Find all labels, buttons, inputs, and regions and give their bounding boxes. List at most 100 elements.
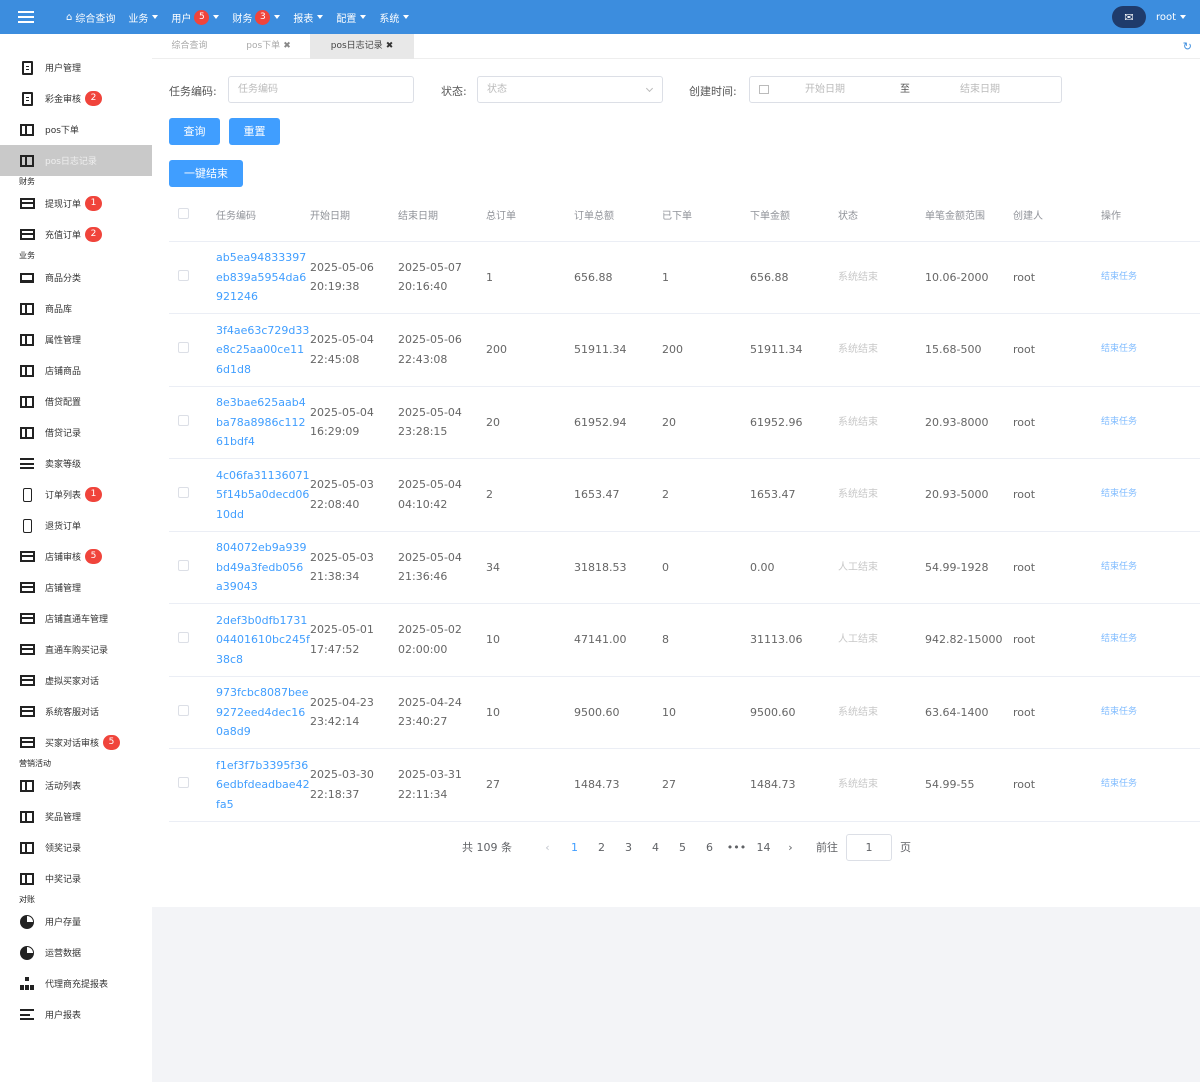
prev-page-icon[interactable]: ‹ — [534, 841, 561, 854]
cell-code[interactable]: 973fcbc8087bee9272eed4dec160a8d9 — [216, 676, 310, 749]
sidebar-item-11[interactable]: 店铺商品 — [0, 355, 152, 386]
end-task-link[interactable]: 结束任务 — [1101, 531, 1200, 604]
page-number[interactable]: 4 — [642, 841, 669, 854]
close-icon[interactable]: ✖ — [283, 41, 291, 51]
end-all-button[interactable]: 一键结束 — [169, 160, 243, 187]
page-number[interactable]: 1 — [561, 841, 588, 854]
table-row: 8e3bae625aab4ba78a8986c11261bdf4 2025-05-… — [169, 386, 1200, 459]
end-date-input[interactable]: 结束日期 — [960, 77, 1000, 102]
row-checkbox[interactable] — [178, 632, 189, 643]
sidebar-item-32[interactable]: 代理商充提报表 — [0, 968, 152, 999]
cell-code[interactable]: ab5ea94833397eb839a5954da6921246 — [216, 241, 310, 314]
sidebar-item-6[interactable]: 充值订单 2 — [0, 219, 152, 250]
row-checkbox[interactable] — [178, 777, 189, 788]
sidebar-item-19[interactable]: 店铺直通车管理 — [0, 603, 152, 634]
nav-item-0[interactable]: ⌂ 综合查询 — [66, 10, 115, 25]
range-separator: 至 — [900, 84, 910, 95]
sidebar-item-23[interactable]: 买家对话审核 5 — [0, 727, 152, 758]
sidebar-item-21[interactable]: 虚拟买家对话 — [0, 665, 152, 696]
refresh-icon[interactable]: ↻ — [1183, 40, 1192, 53]
cell-code[interactable]: 3f4ae63c729d33e8c25aa00ce116d1d8 — [216, 313, 310, 387]
select-all-checkbox[interactable] — [178, 208, 189, 220]
sidebar-item-14[interactable]: 卖家等级 — [0, 448, 152, 479]
cell-code[interactable]: f1ef3f7b3395f366edbfdeadbae42fa5 — [216, 748, 310, 822]
status-select[interactable]: 状态 — [477, 76, 663, 103]
tab-pos-order[interactable]: pos下单 ✖ — [227, 34, 310, 59]
task-code-input[interactable]: 任务编码 — [228, 76, 414, 103]
nav-item-4[interactable]: 报表 — [293, 10, 324, 25]
query-button[interactable]: 查询 — [169, 118, 220, 145]
row-checkbox[interactable] — [178, 487, 189, 498]
sidebar-item-28[interactable]: 中奖记录 — [0, 863, 152, 894]
sidebar-item-2[interactable]: pos下单 — [0, 114, 152, 145]
sidebar-item-1[interactable]: 彩金审核 2 — [0, 83, 152, 114]
goto-page-input[interactable]: 1 — [846, 833, 892, 861]
page-number[interactable]: 6 — [696, 841, 723, 854]
end-task-link[interactable]: 结束任务 — [1101, 748, 1200, 822]
sidebar-item-15[interactable]: 订单列表 1 — [0, 479, 152, 510]
sidebar-item-26[interactable]: 奖品管理 — [0, 801, 152, 832]
sidebar-item-16[interactable]: 退货订单 — [0, 510, 152, 541]
sidebar-item-18[interactable]: 店铺管理 — [0, 572, 152, 603]
cell-code[interactable]: 804072eb9a939bd49a3fedb056a39043 — [216, 531, 310, 604]
sidebar-item-10[interactable]: 属性管理 — [0, 324, 152, 355]
sidebar-item-25[interactable]: 活动列表 — [0, 770, 152, 801]
col-placed: 已下单 — [662, 193, 750, 242]
row-checkbox[interactable] — [178, 559, 189, 571]
end-task-link[interactable]: 结束任务 — [1101, 458, 1200, 532]
sidebar-item-30[interactable]: 用户存量 — [0, 906, 152, 937]
sidebar-item-20[interactable]: 直通车购买记录 — [0, 634, 152, 665]
date-range-picker[interactable]: 开始日期 至 结束日期 — [749, 76, 1062, 103]
close-icon[interactable]: ✖ — [386, 41, 394, 51]
sidebar-item-label: 买家对话审核 — [45, 739, 100, 749]
page-number[interactable]: 2 — [588, 841, 615, 854]
sidebar-item-17[interactable]: 店铺审核 5 — [0, 541, 152, 572]
cell-range: 15.68-500 — [925, 313, 1013, 387]
page-suffix: 页 — [900, 841, 911, 854]
sidebar-item-9[interactable]: 商品库 — [0, 293, 152, 324]
sidebar-item-0[interactable]: 用户管理 — [0, 52, 152, 83]
sidebar-item-22[interactable]: 系统客服对话 — [0, 696, 152, 727]
sidebar-item-27[interactable]: 领奖记录 — [0, 832, 152, 863]
nav-item-2[interactable]: 用户 5 — [171, 9, 220, 25]
sidebar-item-12[interactable]: 借贷配置 — [0, 386, 152, 417]
sidebar-item-33[interactable]: 用户报表 — [0, 999, 152, 1030]
cell-code[interactable]: 4c06fa311360715f14b5a0decd0610dd — [216, 458, 310, 532]
end-task-link[interactable]: 结束任务 — [1101, 386, 1200, 459]
sidebar-item-5[interactable]: 提现订单 1 — [0, 188, 152, 219]
start-date-input[interactable]: 开始日期 — [805, 77, 845, 102]
sidebar-item-8[interactable]: 商品分类 — [0, 262, 152, 293]
menu-toggle-button[interactable] — [0, 0, 52, 34]
cell-code[interactable]: 2def3b0dfb173104401610bc245f38c8 — [216, 603, 310, 677]
nav-item-6[interactable]: 系统 — [379, 10, 410, 25]
row-checkbox[interactable] — [178, 342, 189, 353]
tab-pos-log[interactable]: pos日志记录 ✖ — [310, 34, 414, 59]
tab-overview[interactable]: 综合查询 — [152, 34, 227, 59]
end-task-link[interactable]: 结束任务 — [1101, 241, 1200, 314]
nav-item-3[interactable]: 财务 3 — [232, 9, 281, 25]
cell-placed-amount: 1484.73 — [750, 748, 838, 822]
end-task-link[interactable]: 结束任务 — [1101, 603, 1200, 677]
sidebar-item-13[interactable]: 借贷记录 — [0, 417, 152, 448]
row-checkbox[interactable] — [178, 269, 189, 281]
row-checkbox[interactable] — [178, 704, 189, 716]
sidebar-item-3[interactable]: pos日志记录 — [0, 145, 152, 176]
page-number[interactable]: 5 — [669, 841, 696, 854]
next-page-icon[interactable]: › — [777, 841, 804, 854]
cell-code[interactable]: 8e3bae625aab4ba78a8986c11261bdf4 — [216, 386, 310, 459]
chat-button[interactable]: ✉ — [1111, 6, 1146, 28]
nav-item-5[interactable]: 配置 — [336, 10, 367, 25]
cell-total-amount: 1484.73 — [574, 748, 662, 822]
page-number[interactable]: 3 — [615, 841, 642, 854]
page-number[interactable]: 14 — [750, 841, 777, 854]
nav-item-1[interactable]: 业务 — [128, 10, 159, 25]
row-checkbox[interactable] — [178, 414, 189, 426]
page-number[interactable]: ••• — [723, 841, 750, 854]
reset-button[interactable]: 重置 — [229, 118, 280, 145]
end-task-link[interactable]: 结束任务 — [1101, 313, 1200, 387]
chevron-down-icon — [213, 15, 220, 19]
sidebar-item-31[interactable]: 运营数据 — [0, 937, 152, 968]
end-task-link[interactable]: 结束任务 — [1101, 676, 1200, 749]
user-menu[interactable]: root — [1156, 12, 1186, 23]
sidebar-item-label: 用户报表 — [45, 1011, 82, 1021]
